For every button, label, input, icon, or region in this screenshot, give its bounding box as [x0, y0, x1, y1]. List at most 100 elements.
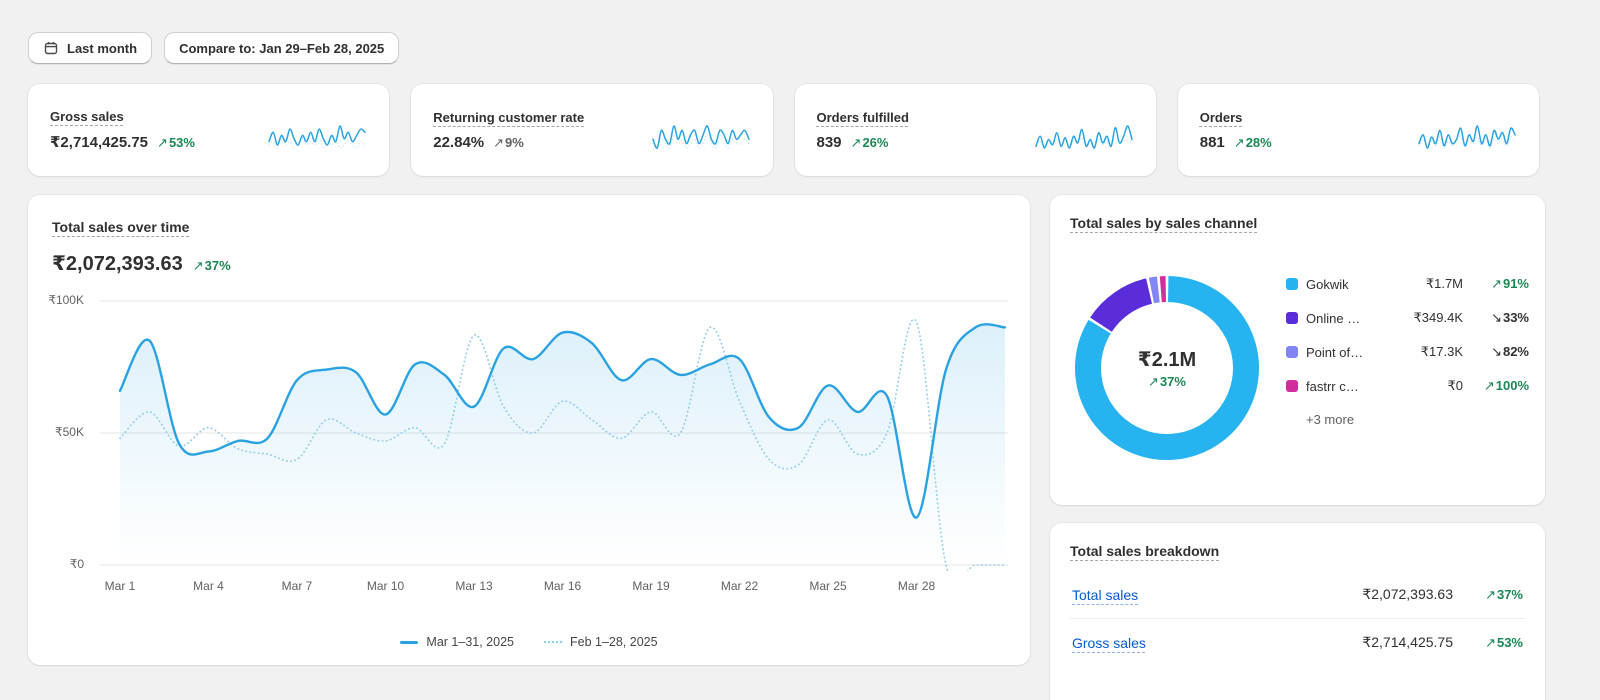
x-axis-label: Mar 13 [455, 579, 492, 593]
channel-swatch [1286, 380, 1298, 392]
kpi-title[interactable]: Gross sales [50, 109, 124, 124]
channel-value: ₹0 [1398, 378, 1463, 394]
sparkline-chart [1417, 121, 1517, 153]
kpi-content: Returning customer rate 22.84% ↗9% [433, 110, 584, 151]
kpi-value: 22.84% [433, 134, 484, 151]
right-column: Total sales by sales channel ₹2.1M ↗37% … [1050, 195, 1545, 700]
x-axis-label: Mar 4 [193, 579, 224, 593]
kpi-delta: ↗28% [1234, 135, 1272, 151]
kpi-card-gross-sales[interactable]: Gross sales ₹2,714,425.75 ↗53% [28, 84, 389, 176]
breakdown-link-gross-sales[interactable]: Gross sales [1072, 635, 1146, 651]
channel-value: ₹17.3K [1398, 344, 1463, 360]
x-axis-label: Mar 25 [809, 579, 846, 593]
channel-swatch [1286, 346, 1298, 358]
y-axis-label: ₹0 [36, 557, 84, 571]
down-arrow-icon: ↘ [1491, 344, 1502, 359]
dotted-line-icon [544, 641, 562, 643]
breakdown-link-total-sales[interactable]: Total sales [1072, 587, 1138, 603]
kpi-delta: ↗26% [851, 135, 889, 151]
analytics-dashboard: Last month Compare to: Jan 29–Feb 28, 20… [0, 0, 1600, 700]
kpi-card-orders[interactable]: Orders 881 ↗28% [1178, 84, 1539, 176]
channel-name: Gokwik [1306, 277, 1390, 292]
sparkline-chart [267, 121, 367, 153]
x-axis-label: Mar 10 [367, 579, 404, 593]
legend-label: Mar 1–31, 2025 [426, 635, 514, 649]
up-arrow-icon: ↗ [493, 135, 504, 150]
x-axis-label: Mar 28 [898, 579, 935, 593]
breakdown-card-title[interactable]: Total sales breakdown [1070, 543, 1219, 559]
kpi-value: ₹2,714,425.75 [50, 133, 148, 151]
up-arrow-icon: ↗ [1148, 374, 1159, 389]
kpi-delta: ↗53% [157, 135, 195, 151]
compare-button[interactable]: Compare to: Jan 29–Feb 28, 2025 [164, 32, 399, 64]
sparkline-chart [651, 121, 751, 153]
kpi-card-returning-customer-rate[interactable]: Returning customer rate 22.84% ↗9% [411, 84, 772, 176]
x-axis-label: Mar 7 [282, 579, 313, 593]
donut-center: ₹2.1M ↗37% [1074, 275, 1260, 461]
down-arrow-icon: ↘ [1491, 310, 1502, 325]
x-axis: Mar 1 Mar 4 Mar 7 Mar 10 Mar 13 Mar 16 M… [92, 579, 1008, 595]
up-arrow-icon: ↗ [1234, 135, 1245, 150]
up-arrow-icon: ↗ [1491, 276, 1502, 291]
kpi-content: Gross sales ₹2,714,425.75 ↗53% [50, 109, 195, 151]
channel-name: Online … [1306, 311, 1390, 326]
toolbar: Last month Compare to: Jan 29–Feb 28, 20… [28, 32, 399, 64]
breakdown-row: Total sales ₹2,072,393.63 ↗37% [1070, 571, 1525, 618]
channel-delta: ↘82% [1471, 344, 1529, 360]
kpi-row: Gross sales ₹2,714,425.75 ↗53% Returning… [28, 84, 1539, 176]
up-arrow-icon: ↗ [157, 135, 168, 150]
up-arrow-icon: ↗ [1485, 635, 1496, 650]
show-more-channels[interactable]: +3 more [1306, 412, 1354, 427]
kpi-title[interactable]: Orders fulfilled [817, 110, 909, 125]
sales-by-channel-card: Total sales by sales channel ₹2.1M ↗37% … [1050, 195, 1545, 505]
calendar-icon [43, 40, 59, 56]
up-arrow-icon: ↗ [193, 258, 204, 273]
line-chart [92, 299, 1008, 571]
channel-row: Online … ₹349.4K ↘33% [1286, 301, 1529, 335]
kpi-value: 881 [1200, 134, 1225, 151]
sparkline-chart [1034, 121, 1134, 153]
x-axis-label: Mar 22 [721, 579, 758, 593]
channel-row: Gokwik ₹1.7M ↗91% [1286, 267, 1529, 301]
channel-value: ₹1.7M [1398, 276, 1463, 292]
breakdown-rows: Total sales ₹2,072,393.63 ↗37% Gross sal… [1070, 571, 1525, 666]
donut-center-delta: ↗37% [1148, 374, 1186, 390]
x-axis-label: Mar 1 [105, 579, 136, 593]
main-row: Total sales over time ₹2,072,393.63 ↗37%… [28, 195, 1545, 700]
channel-name: fastrr c… [1306, 379, 1390, 394]
chart-legend: Mar 1–31, 2025 Feb 1–28, 2025 [28, 635, 1030, 649]
up-arrow-icon: ↗ [1485, 587, 1496, 602]
compare-label: Compare to: Jan 29–Feb 28, 2025 [179, 41, 384, 56]
up-arrow-icon: ↗ [851, 135, 862, 150]
date-range-button[interactable]: Last month [28, 32, 152, 64]
legend-label: Feb 1–28, 2025 [570, 635, 658, 649]
chart-title[interactable]: Total sales over time [52, 219, 189, 235]
breakdown-delta: ↗53% [1471, 635, 1523, 651]
breakdown-value: ₹2,072,393.63 [1362, 586, 1453, 603]
breakdown-value: ₹2,714,425.75 [1362, 634, 1453, 651]
channel-row: Point of… ₹17.3K ↘82% [1286, 335, 1529, 369]
total-sales-value: ₹2,072,393.63 [52, 251, 183, 276]
channel-delta: ↗100% [1471, 378, 1529, 394]
channel-delta: ↗91% [1471, 276, 1529, 292]
kpi-content: Orders 881 ↗28% [1200, 110, 1272, 151]
channel-delta: ↘33% [1471, 310, 1529, 326]
sales-breakdown-card: Total sales breakdown Total sales ₹2,072… [1050, 523, 1545, 700]
channel-row: fastrr c… ₹0 ↗100% [1286, 369, 1529, 403]
donut-chart: ₹2.1M ↗37% [1074, 275, 1260, 461]
solid-line-icon [400, 641, 418, 644]
total-sales-delta: ↗37% [193, 258, 231, 274]
kpi-title[interactable]: Returning customer rate [433, 110, 584, 125]
breakdown-row: Gross sales ₹2,714,425.75 ↗53% [1070, 618, 1525, 666]
channel-card-title[interactable]: Total sales by sales channel [1070, 215, 1257, 231]
y-axis-label: ₹100K [36, 293, 84, 307]
kpi-card-orders-fulfilled[interactable]: Orders fulfilled 839 ↗26% [795, 84, 1156, 176]
y-axis-label: ₹50K [36, 425, 84, 439]
breakdown-delta: ↗37% [1471, 587, 1523, 603]
channel-swatch [1286, 278, 1298, 290]
channel-legend: Gokwik ₹1.7M ↗91% Online … ₹349.4K ↘33% … [1286, 267, 1529, 427]
total-sales-over-time-card: Total sales over time ₹2,072,393.63 ↗37%… [28, 195, 1030, 665]
legend-item-previous: Feb 1–28, 2025 [544, 635, 658, 649]
kpi-title[interactable]: Orders [1200, 110, 1243, 125]
channel-value: ₹349.4K [1398, 310, 1463, 326]
